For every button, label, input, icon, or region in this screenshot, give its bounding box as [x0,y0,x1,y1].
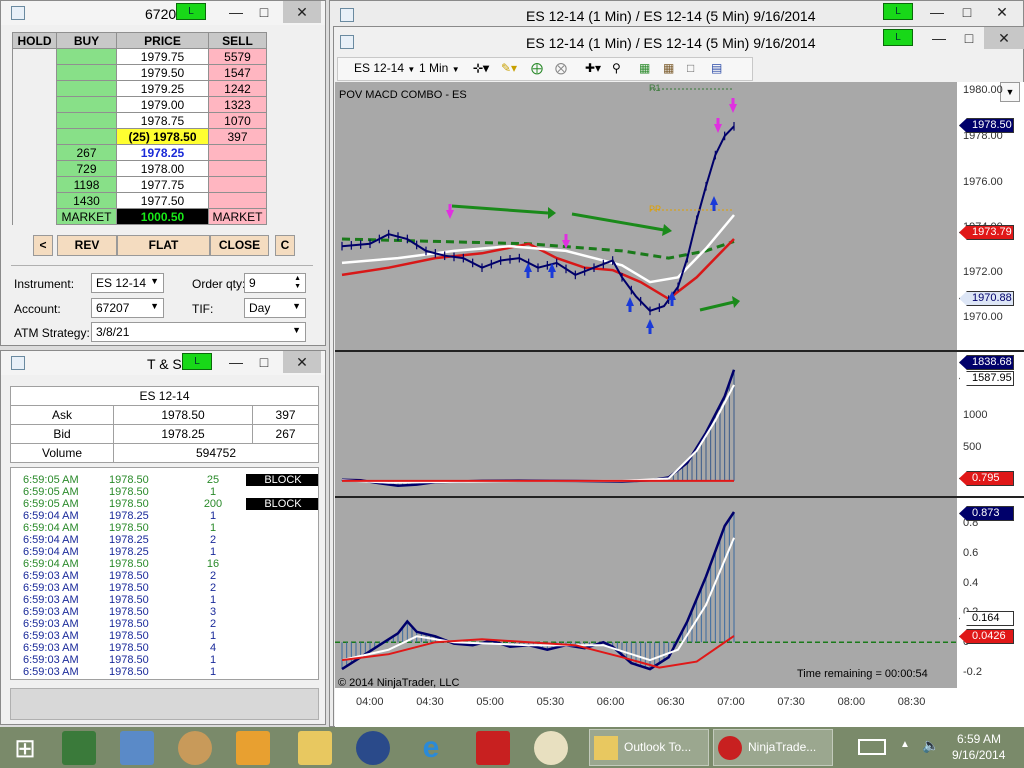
time-axis-tick: 08:00 [837,696,866,708]
sell-signal-arrow [446,210,454,219]
macd-axis-tick: -0.2 [963,666,982,678]
time-axis-tick: 04:00 [356,696,384,708]
time-axis-tick: 04:30 [416,696,444,708]
copyright: © 2014 NinjaTrader, LLC [338,677,460,689]
indicator-label: POV MACD COMBO - ES [339,89,467,101]
ninjatrader-icon [718,736,742,760]
volume-signal-line [341,384,735,484]
r1-label: R1 [649,83,661,93]
buy-signal-arrow-stem [648,328,652,334]
trend-arrow-line [699,300,735,312]
price-axis-tick: 1980.00 [963,84,1003,96]
price-axis-tick: 1976.00 [963,176,1003,188]
volume-value-tag: 1838.68 [959,355,1014,370]
start-icon[interactable]: ⊞ [8,731,42,765]
last-price-tag: 1978.50 [959,118,1014,133]
buy-signal-arrow-stem [670,300,674,306]
touch-keyboard-icon[interactable] [858,739,886,755]
macd-axis-tick: 0.6 [963,547,979,559]
taskbar: ⊞ e Outlook To... NinjaTrade... ▲ 🔈 6:59… [0,727,1024,768]
price-axis-tick: 1972.00 [963,266,1003,278]
trend-arrow-head [548,207,556,219]
price-axis-tick: 1970.00 [963,311,1003,323]
time-axis-tick: 08:30 [897,696,926,708]
time-axis-tick: 07:00 [717,696,745,708]
macd-signal-tag: 0.164 [959,611,1014,626]
sell-signal-arrow-stem [448,204,452,210]
sell-signal-arrow-stem [716,118,720,124]
volume-line [341,369,736,488]
buy-signal-arrow [710,196,718,205]
file-explorer-icon[interactable] [298,731,332,765]
trend-arrow-head [662,224,672,236]
paint-icon[interactable] [178,731,212,765]
user-app-icon[interactable] [62,731,96,765]
volume-icon[interactable]: 🔈 [922,737,939,754]
ninjatrader-label: NinjaTrade... [748,740,817,754]
buy-signal-arrow-stem [712,205,716,211]
outlook-label: Outlook To... [624,740,692,754]
volume-axis-tick: 500 [963,441,982,453]
volume-zero-tag: 0.795 [959,471,1014,486]
volume-signal-tag: 1587.95 [959,371,1014,386]
sell-signal-arrow [729,104,737,113]
time-remaining: Time remaining = 00:00:54 [797,668,928,680]
windows-media-icon[interactable] [356,731,390,765]
media-player-icon[interactable] [236,731,270,765]
macd-axis-tick: 0.4 [963,577,979,589]
ema-white-tag: 1970.88 [959,291,1014,306]
macd-avg-tag: 0.0426 [959,629,1014,644]
control-panel-icon[interactable] [120,731,154,765]
clock-time[interactable]: 6:59 AM [957,732,1001,746]
ema-white-line [341,214,735,284]
buy-signal-arrow [646,319,654,328]
sell-signal-arrow-stem [564,234,568,240]
kaspersky-icon[interactable] [476,731,510,765]
chart-svg [335,88,957,671]
macd-value-tag: 0.873 [959,506,1014,521]
trend-arrow-line [571,212,665,232]
buy-signal-arrow [626,297,634,306]
internet-explorer-icon[interactable]: e [414,731,448,765]
time-axis-tick: 06:00 [596,696,625,708]
trend-arrow-head [732,296,740,308]
sell-signal-arrow-stem [731,98,735,104]
compass-icon[interactable] [534,731,568,765]
taskbar-ninjatrader[interactable]: NinjaTrade... [713,729,833,766]
buy-signal-arrow-stem [628,306,632,312]
price-line [341,125,735,312]
pivot-label: PP [649,204,662,214]
clock-date[interactable]: 9/16/2014 [952,748,1005,762]
time-axis-tick: 06:30 [657,696,685,708]
buy-signal-arrow-stem [550,272,554,278]
time-axis-tick: 05:00 [476,696,504,708]
volume-axis-tick: 1000 [963,409,988,421]
time-axis-tick: 05:30 [536,696,565,708]
taskbar-outlook[interactable]: Outlook To... [589,729,709,766]
ema-red-tag: 1973.79 [959,225,1014,240]
outlook-icon [594,736,618,760]
show-hidden-icons[interactable]: ▲ [900,739,910,750]
trend-arrow-line [451,204,549,215]
buy-signal-arrow-stem [526,272,530,278]
sell-signal-arrow [714,124,722,133]
time-axis-tick: 07:30 [777,696,805,708]
